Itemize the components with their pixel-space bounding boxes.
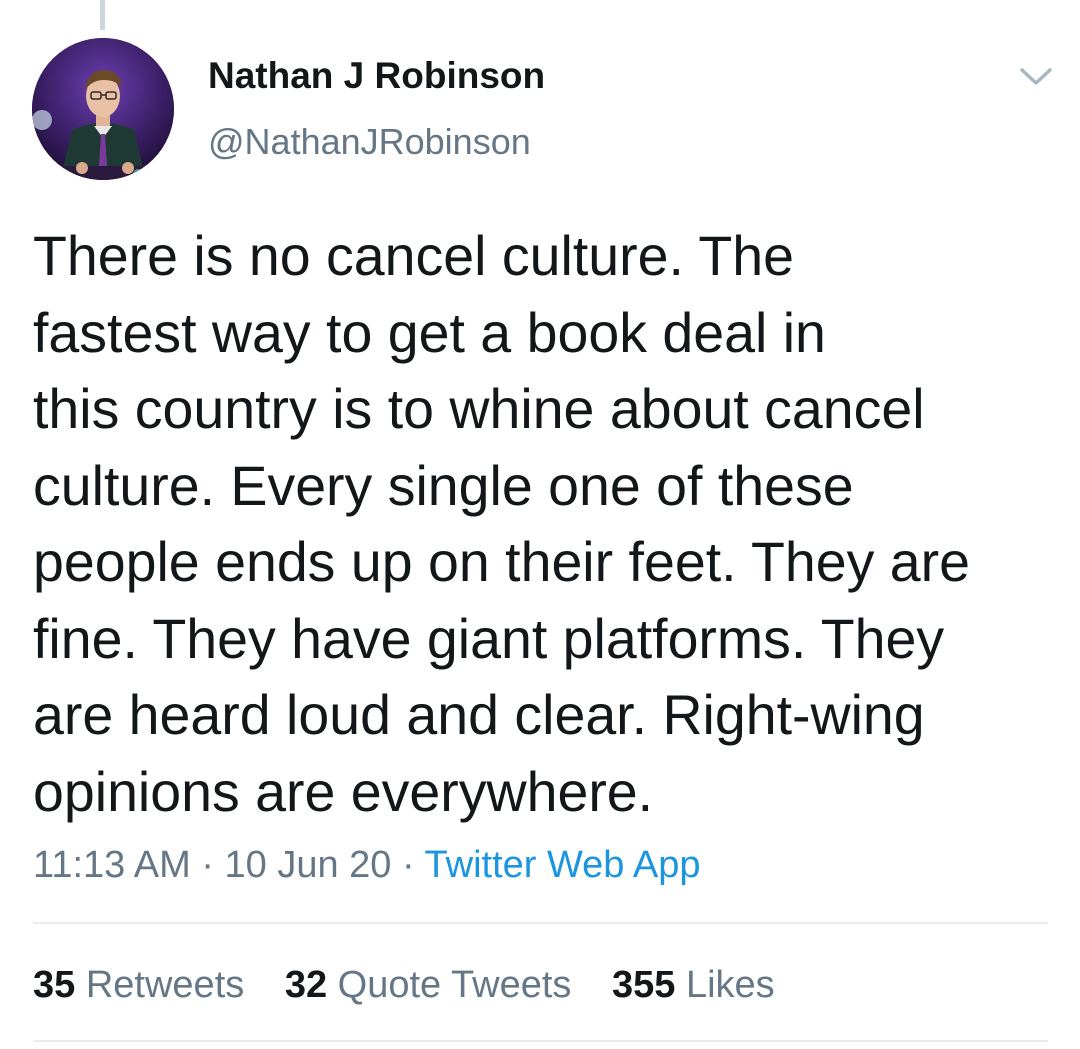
retweets-count: 35: [33, 964, 76, 1006]
tweet-text-line: There is no cancel culture. The: [33, 225, 794, 287]
likes-count: 355: [612, 964, 676, 1006]
avatar[interactable]: [32, 38, 174, 180]
quote-tweets-label: Quote Tweets: [337, 964, 572, 1006]
retweets-stat[interactable]: 35 Retweets: [33, 960, 244, 1010]
quote-tweets-count: 32: [284, 964, 328, 1006]
tweet-time[interactable]: 11:13 AM: [33, 844, 191, 886]
tweet-stats: 35 Retweets 32 Quote Tweets 355 Likes: [33, 960, 805, 1010]
quote-tweets-stat[interactable]: 32 Quote Tweets: [285, 960, 572, 1010]
meta-separator: ·: [190, 844, 225, 886]
tweet-text-line: are heard loud and clear. Right-wing: [33, 684, 925, 746]
tweet-meta: 11:13 AM · 10 Jun 20 · Twitter Web App: [33, 840, 701, 890]
tweet-text-line: opinions are everywhere.: [33, 760, 654, 823]
retweets-label: Retweets: [85, 964, 245, 1006]
likes-stat[interactable]: 355 Likes: [612, 960, 775, 1010]
author-display-name[interactable]: Nathan J Robinson: [208, 52, 545, 100]
tweet-text-line: fastest way to get a book deal in: [33, 301, 826, 364]
likes-label: Likes: [685, 964, 775, 1006]
tweet-text-line: culture. Every single one of these: [33, 454, 854, 517]
tweet-date[interactable]: 10 Jun 20: [225, 844, 392, 886]
thread-connector-line: [100, 0, 105, 30]
chevron-down-icon[interactable]: [1016, 64, 1056, 90]
tweet-source-link[interactable]: Twitter Web App: [425, 844, 701, 886]
meta-separator: ·: [391, 844, 425, 886]
divider: [33, 922, 1048, 924]
tweet-text: There is no cancel culture. The fastest …: [33, 218, 1053, 830]
tweet-text-line: fine. They have giant platforms. They: [33, 607, 945, 670]
author-handle[interactable]: @NathanJRobinson: [208, 120, 545, 164]
divider: [33, 1040, 1048, 1042]
tweet-text-line: people ends up on their feet. They are: [33, 531, 970, 593]
avatar-image: [32, 38, 174, 180]
tweet-text-line: this country is to whine about cancel: [33, 378, 925, 440]
author-info[interactable]: Nathan J Robinson @NathanJRobinson: [208, 52, 545, 164]
